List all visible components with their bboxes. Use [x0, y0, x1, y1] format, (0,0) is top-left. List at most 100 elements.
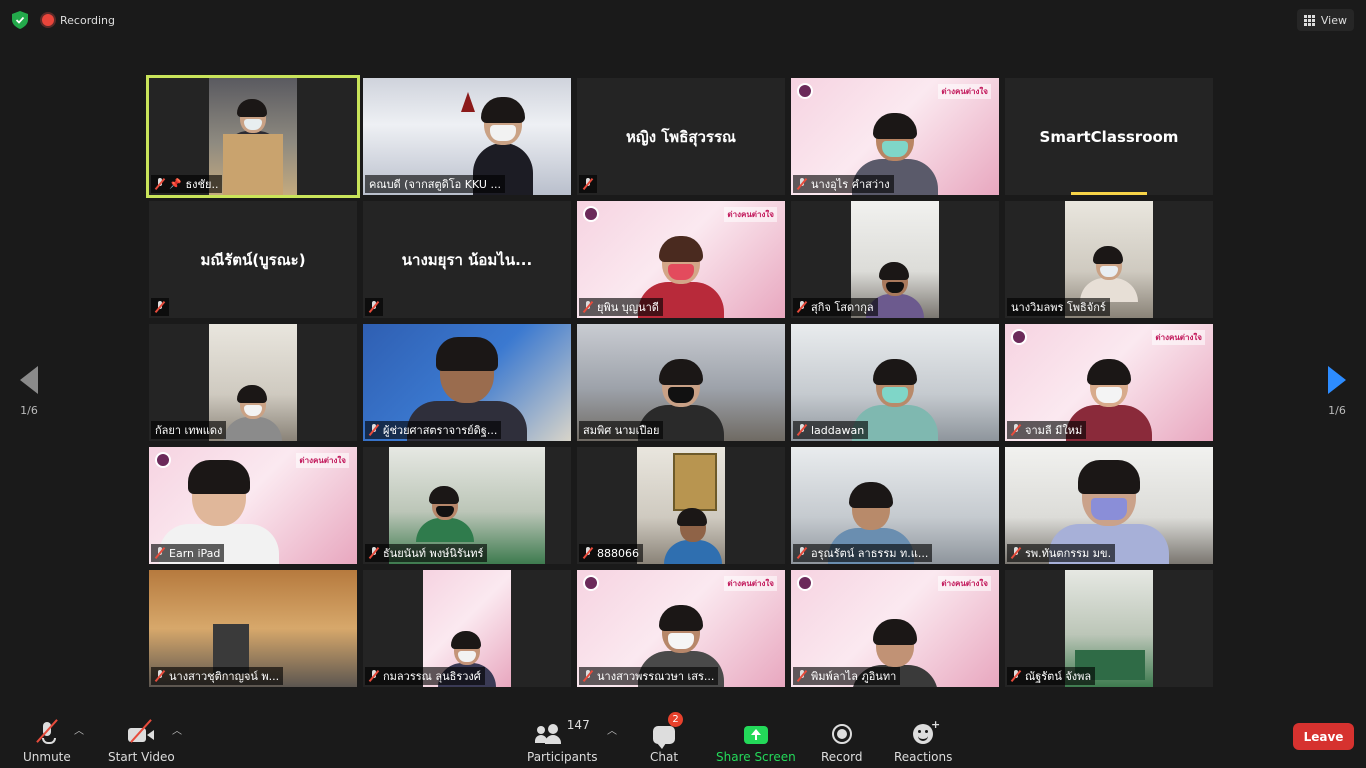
mic-muted-icon: [583, 178, 593, 190]
mic-muted-icon: [1011, 424, 1021, 436]
participant-label: นางวิมลพร โพธิจักร์: [1007, 298, 1110, 316]
participant-display-name: นางมยุรา น้อมไน...: [401, 250, 533, 269]
audio-options-caret-icon[interactable]: ︿: [74, 722, 84, 737]
participant-name: รพ.ทันตกรรม มข.: [1025, 547, 1112, 560]
event-logo-icon: [797, 575, 813, 591]
participant-tile[interactable]: นางวิมลพร โพธิจักร์: [1005, 201, 1213, 318]
participant-tile[interactable]: หญิง โพธิสุวรรณ: [577, 78, 785, 195]
mic-muted-icon: [797, 301, 807, 313]
mic-muted-icon: [369, 547, 379, 559]
shield-icon[interactable]: [12, 11, 28, 29]
mic-muted-icon: [797, 424, 807, 436]
participant-name: Earn iPad: [169, 546, 221, 560]
participant-label: สมพิศ นามเปือย: [579, 421, 664, 439]
participant-name: 888066: [597, 546, 639, 560]
participant-tile[interactable]: นางมยุรา น้อมไน...: [363, 201, 571, 318]
mic-muted-icon: [583, 301, 593, 313]
participant-name: อรุณรัตน์ ลาธรรม ท.แ...: [811, 547, 929, 560]
participant-label: ผู้ช่วยศาสตราจารย์ดิฐ...: [365, 421, 502, 439]
share-screen-icon: [743, 726, 768, 744]
participant-name: ธันยนันท์ พงษ์นิรันทร์: [383, 547, 484, 560]
unmute-button[interactable]: Unmute: [23, 718, 71, 764]
mic-muted-icon: [1011, 670, 1021, 682]
participant-label: รพ.ทันตกรรม มข.: [1007, 544, 1116, 562]
active-speaker-indicator: [1071, 192, 1147, 195]
participant-tile[interactable]: 📌 ธงชัย..: [146, 75, 360, 198]
participant-figure: [1080, 246, 1138, 302]
participant-tile[interactable]: นางสาวชุติกาญจน์ พ...: [149, 570, 357, 687]
participant-label: พิมพ์ลาไล ภูอินทา: [793, 667, 901, 685]
participant-tile[interactable]: กัลยา เทพแดง: [149, 324, 357, 441]
previous-page-button[interactable]: 1/6: [9, 366, 49, 417]
participant-tile[interactable]: สมพิศ นามเปือย: [577, 324, 785, 441]
participant-tile[interactable]: รพ.ทันตกรรม มข.: [1005, 447, 1213, 564]
mic-muted-icon: [155, 670, 165, 682]
mic-muted-icon: [155, 301, 165, 313]
participant-tile[interactable]: กมลวรรณ ลุนธิรวงศ์: [363, 570, 571, 687]
mic-muted-icon: [369, 301, 379, 313]
participant-name: สมพิศ นามเปือย: [583, 424, 660, 437]
participant-label: [579, 175, 597, 193]
participant-tile[interactable]: ต่างคนต่างใจ นางสาวพรรณวษา เสร...: [577, 570, 785, 687]
participant-name: ยุพิน บุญนาดี: [597, 301, 659, 314]
reactions-smiley-icon: +: [913, 718, 940, 744]
mic-muted-icon: [583, 670, 593, 682]
leave-button[interactable]: Leave: [1293, 723, 1354, 750]
participant-tile[interactable]: ผู้ช่วยศาสตราจารย์ดิฐ...: [363, 324, 571, 441]
recording-indicator[interactable]: Recording: [42, 10, 115, 30]
event-banner: ต่างคนต่างใจ: [724, 576, 777, 591]
participant-label: ยุพิน บุญนาดี: [579, 298, 663, 316]
participant-name: กมลวรรณ ลุนธิรวงศ์: [383, 670, 481, 683]
participant-tile[interactable]: SmartClassroom: [1005, 78, 1213, 195]
participant-tile[interactable]: laddawan: [791, 324, 999, 441]
participant-figure: [664, 508, 722, 564]
participant-tile[interactable]: ต่างคนต่างใจ จามลี มีใหม่: [1005, 324, 1213, 441]
event-logo-icon: [583, 575, 599, 591]
chat-unread-badge: 2: [668, 712, 684, 727]
share-screen-label: Share Screen: [716, 750, 796, 764]
video-options-caret-icon[interactable]: ︿: [172, 722, 182, 737]
participant-label: นางสาวชุติกาญจน์ พ...: [151, 667, 284, 685]
participant-name: กัลยา เทพแดง: [155, 424, 223, 437]
participant-tile[interactable]: ธันยนันท์ พงษ์นิรันทร์: [363, 447, 571, 564]
participant-tile[interactable]: ต่างคนต่างใจ นางอุไร คำสว่าง: [791, 78, 999, 195]
framed-portrait: [673, 453, 717, 511]
event-banner: ต่างคนต่างใจ: [724, 207, 777, 222]
start-video-button[interactable]: Start Video: [108, 718, 175, 764]
event-logo-icon: [583, 206, 599, 222]
participant-tile[interactable]: มณีรัตน์(บูรณะ): [149, 201, 357, 318]
mic-muted-icon: [797, 670, 807, 682]
share-screen-button[interactable]: Share Screen: [716, 718, 796, 764]
participant-name: ณัฐรัตน์ จังพล: [1025, 670, 1092, 683]
participant-label: นางอุไร คำสว่าง: [793, 175, 894, 193]
next-page-button[interactable]: 1/6: [1317, 366, 1357, 417]
record-button[interactable]: Record: [821, 718, 862, 764]
participant-tile[interactable]: ต่างคนต่างใจ Earn iPad: [149, 447, 357, 564]
participant-tile[interactable]: สุกิจ โสดากุล: [791, 201, 999, 318]
event-banner: ต่างคนต่างใจ: [1152, 330, 1205, 345]
chat-button[interactable]: 2 Chat: [650, 712, 684, 764]
participant-tile[interactable]: ต่างคนต่างใจ ยุพิน บุญนาดี: [577, 201, 785, 318]
participant-video: [637, 447, 725, 564]
participant-tile[interactable]: ณัฐรัตน์ จังพล: [1005, 570, 1213, 687]
participant-tile[interactable]: 888066: [577, 447, 785, 564]
record-label: Record: [821, 750, 863, 764]
participant-label: Earn iPad: [151, 544, 225, 562]
participant-display-name: หญิง โพธิสุวรรณ: [626, 127, 736, 146]
recording-dot-icon: [42, 14, 54, 26]
participants-button[interactable]: 147 Participants: [527, 718, 598, 764]
participant-tile[interactable]: ต่างคนต่างใจ พิมพ์ลาไล ภูอินทา: [791, 570, 999, 687]
participant-tile[interactable]: อรุณรัตน์ ลาธรรม ท.แ...: [791, 447, 999, 564]
event-banner: ต่างคนต่างใจ: [296, 453, 349, 468]
reactions-button[interactable]: + Reactions: [894, 718, 952, 764]
view-button[interactable]: View: [1296, 9, 1354, 31]
participant-label: อรุณรัตน์ ลาธรรม ท.แ...: [793, 544, 933, 562]
participants-options-caret-icon[interactable]: ︿: [607, 722, 617, 737]
chat-icon: [653, 726, 676, 749]
participant-name: laddawan: [811, 423, 865, 437]
mic-muted-icon: [155, 178, 165, 190]
participants-icon: [534, 724, 561, 744]
mic-muted-icon: [155, 547, 165, 559]
event-banner: ต่างคนต่างใจ: [938, 84, 991, 99]
participant-tile[interactable]: คณบดี (จากสตูดิโอ KKU ...: [363, 78, 571, 195]
